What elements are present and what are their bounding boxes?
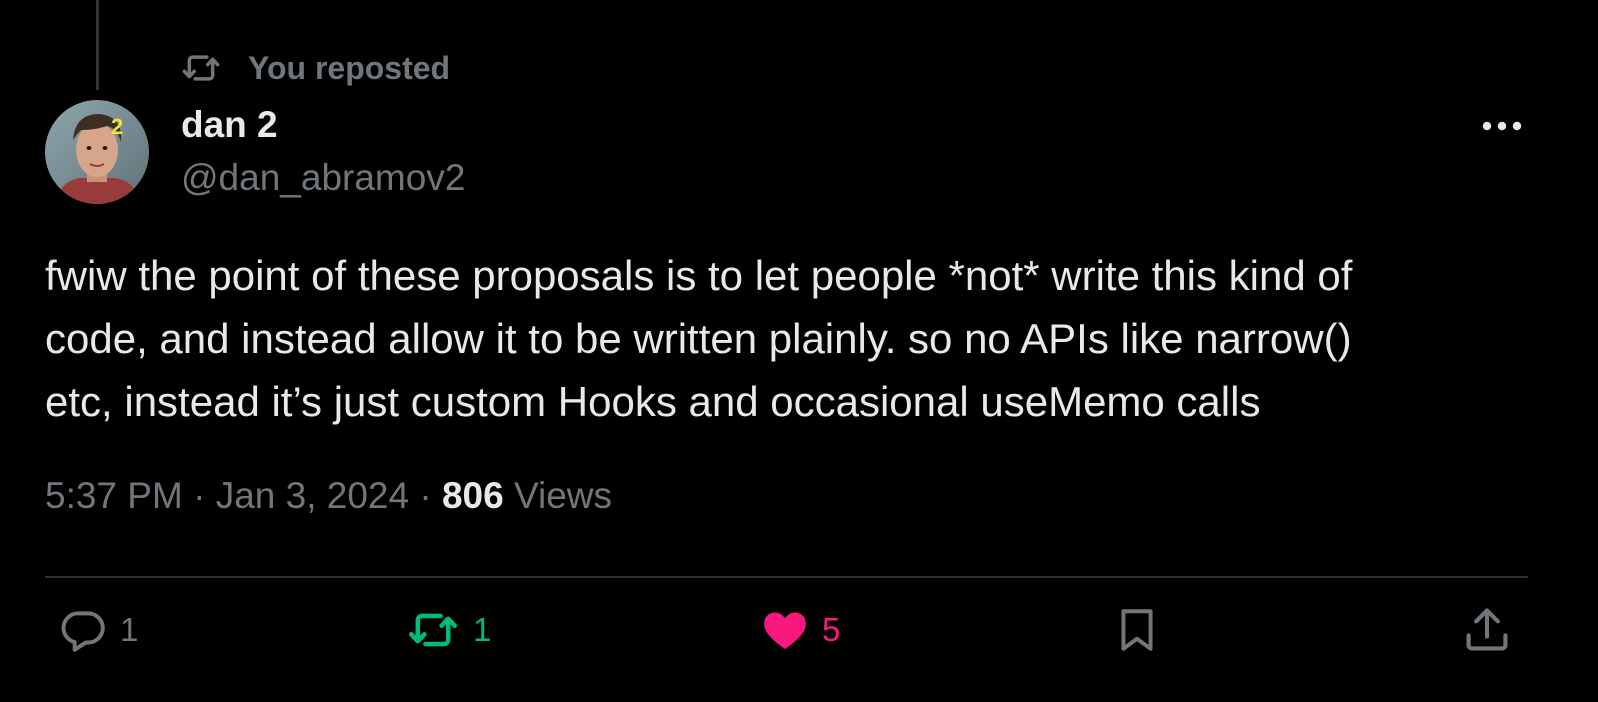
bookmark-icon <box>1121 609 1153 651</box>
more-icon <box>1482 121 1522 131</box>
repost-icon <box>409 613 457 647</box>
like-button[interactable]: 5 <box>758 600 840 660</box>
more-options-button[interactable] <box>1478 106 1526 146</box>
thread-connector-line <box>96 0 99 90</box>
tweet-metadata: 5:37 PM · Jan 3, 2024 · 806 Views <box>45 475 612 517</box>
avatar-badge: 2 <box>111 114 123 139</box>
repost-icon <box>180 48 222 88</box>
share-button[interactable] <box>1461 600 1513 660</box>
heart-icon <box>764 612 806 650</box>
repost-banner-text: You reposted <box>248 49 451 86</box>
meta-separator: · <box>193 475 206 516</box>
reply-icon <box>61 611 105 652</box>
views-label: Views <box>513 475 613 516</box>
repost-banner: You reposted <box>180 48 450 88</box>
meta-separator: · <box>419 475 432 516</box>
reply-count: 1 <box>120 611 139 648</box>
author-display-name[interactable]: dan 2 <box>181 104 278 146</box>
views-count[interactable]: 806 <box>442 475 504 516</box>
like-count: 5 <box>822 611 841 648</box>
bookmark-button[interactable] <box>1112 600 1162 660</box>
tweet-text: fwiw the point of these proposals is to … <box>45 252 1353 425</box>
avatar[interactable]: 2 <box>45 100 149 204</box>
repost-count: 1 <box>473 611 492 648</box>
divider <box>45 576 1528 578</box>
share-icon <box>1466 608 1508 651</box>
tweet-time[interactable]: 5:37 PM <box>45 475 183 516</box>
repost-button[interactable]: 1 <box>403 600 491 660</box>
author-handle[interactable]: @dan_abramov2 <box>181 157 465 199</box>
tweet-date[interactable]: Jan 3, 2024 <box>216 475 409 516</box>
reply-button[interactable]: 1 <box>56 600 138 660</box>
